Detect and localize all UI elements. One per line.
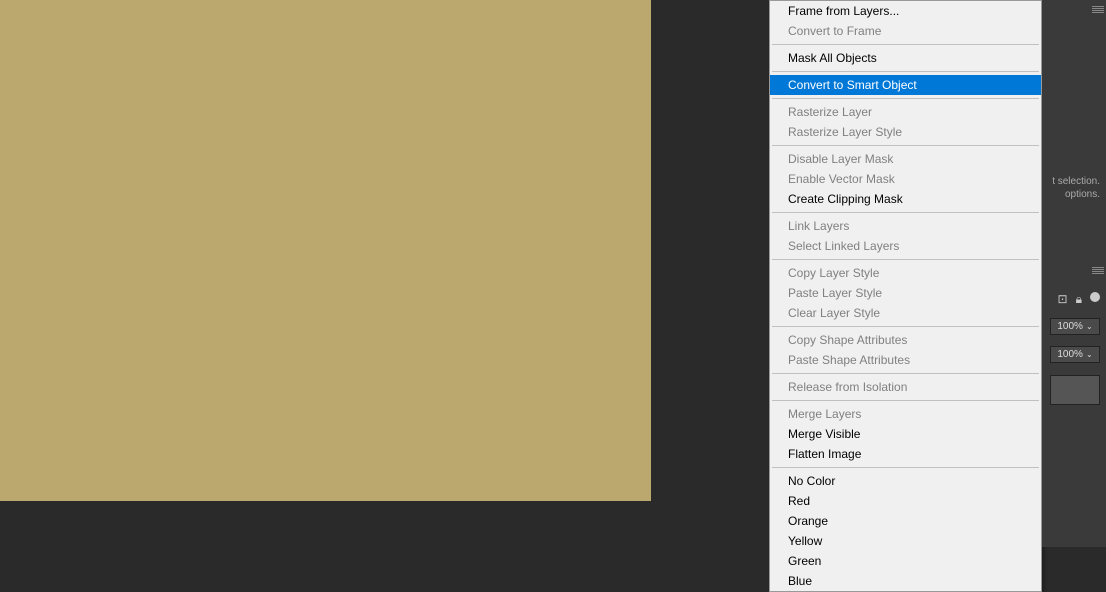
dropdown-icon: ⌄ [1086,350,1093,359]
menu-item-enable-vector-mask: Enable Vector Mask [770,169,1041,189]
menu-item-rasterize-layer: Rasterize Layer [770,102,1041,122]
panels-sidebar: t selection. options. ⊡ 🔒︎ 100%⌄ 100%⌄ [1042,0,1106,547]
menu-item-paste-shape-attributes: Paste Shape Attributes [770,350,1041,370]
menu-item-release-from-isolation: Release from Isolation [770,377,1041,397]
menu-item-flatten-image[interactable]: Flatten Image [770,444,1041,464]
menu-separator [772,400,1039,401]
menu-item-create-clipping-mask[interactable]: Create Clipping Mask [770,189,1041,209]
menu-item-yellow[interactable]: Yellow [770,531,1041,551]
menu-separator [772,71,1039,72]
menu-separator [772,326,1039,327]
menu-item-rasterize-layer-style: Rasterize Layer Style [770,122,1041,142]
menu-separator [772,467,1039,468]
menu-item-frame-from-layers[interactable]: Frame from Layers... [770,1,1041,21]
canvas[interactable] [0,0,651,501]
menu-item-disable-layer-mask: Disable Layer Mask [770,149,1041,169]
menu-item-mask-all-objects[interactable]: Mask All Objects [770,48,1041,68]
lock-icon[interactable]: 🔒︎ [1076,292,1082,307]
menu-separator [772,373,1039,374]
mask-icon[interactable] [1090,292,1100,302]
panel-icons: ⊡ 🔒︎ [1058,292,1100,307]
menu-item-red[interactable]: Red [770,491,1041,511]
menu-item-convert-to-smart-object[interactable]: Convert to Smart Object [770,75,1041,95]
layer-thumbnail[interactable] [1050,375,1100,405]
fill-value[interactable]: 100%⌄ [1050,346,1100,363]
menu-item-link-layers: Link Layers [770,216,1041,236]
flyout-icon[interactable] [1092,4,1104,14]
menu-item-no-color[interactable]: No Color [770,471,1041,491]
menu-item-copy-shape-attributes: Copy Shape Attributes [770,330,1041,350]
menu-separator [772,98,1039,99]
menu-item-orange[interactable]: Orange [770,511,1041,531]
link-icon[interactable]: ⊡ [1058,292,1068,307]
panel-hint-text: t selection. options. [1052,175,1100,201]
menu-item-clear-layer-style: Clear Layer Style [770,303,1041,323]
layer-context-menu: Frame from Layers...Convert to Frame Mask… [769,0,1042,592]
menu-item-paste-layer-style: Paste Layer Style [770,283,1041,303]
menu-separator [772,44,1039,45]
menu-item-copy-layer-style: Copy Layer Style [770,263,1041,283]
flyout-icon[interactable] [1092,265,1104,275]
opacity-value[interactable]: 100%⌄ [1050,318,1100,335]
menu-separator [772,145,1039,146]
menu-separator [772,212,1039,213]
menu-item-merge-visible[interactable]: Merge Visible [770,424,1041,444]
menu-item-green[interactable]: Green [770,551,1041,571]
dropdown-icon: ⌄ [1086,322,1093,331]
menu-separator [772,259,1039,260]
menu-item-convert-to-frame: Convert to Frame [770,21,1041,41]
menu-item-select-linked-layers: Select Linked Layers [770,236,1041,256]
menu-item-blue[interactable]: Blue [770,571,1041,591]
menu-item-merge-layers: Merge Layers [770,404,1041,424]
